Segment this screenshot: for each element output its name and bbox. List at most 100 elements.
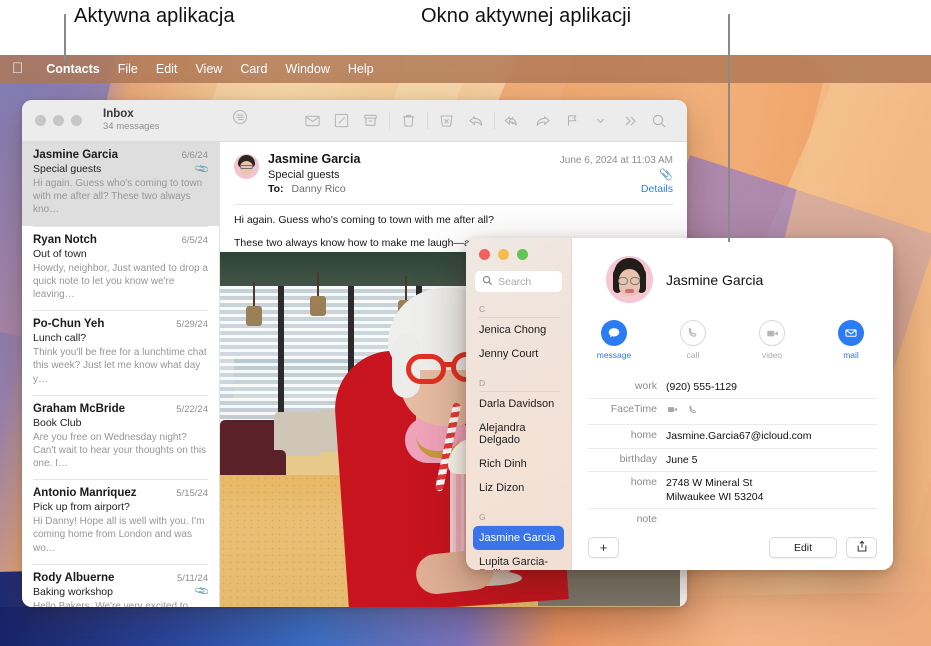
maximize-button[interactable] xyxy=(71,115,82,126)
table-row[interactable]: Graham McBride 5/22/24 Book Club Are you… xyxy=(22,396,219,480)
sidebar-filter-icon[interactable] xyxy=(232,109,248,130)
menu-item-view[interactable]: View xyxy=(186,55,231,83)
field-value[interactable]: Jasmine.Garcia67@icloud.com xyxy=(666,429,811,443)
details-link[interactable]: Details xyxy=(641,183,673,195)
recipient-name: Danny Rico xyxy=(291,183,345,195)
message-timestamp: June 6, 2024 at 11:03 AM xyxy=(560,155,673,166)
contact-detail-pane: Jasmine Garcia message call xyxy=(572,238,893,570)
message-preview: Howdy, neighbor, Just wanted to drop a q… xyxy=(33,262,208,302)
chevron-down-icon[interactable] xyxy=(586,108,615,134)
mail-message-list[interactable]: Jasmine Garcia 6/6/24 Special guests 📎 H… xyxy=(22,142,220,607)
compose-icon[interactable] xyxy=(327,108,356,134)
message-preview: Hi again. Guess who's coming to town wit… xyxy=(33,177,208,217)
message-date: 5/29/24 xyxy=(176,319,208,330)
reply-all-icon[interactable] xyxy=(499,108,528,134)
junk-icon[interactable] xyxy=(432,108,461,134)
more-icon[interactable] xyxy=(615,108,644,134)
flag-icon[interactable] xyxy=(557,108,586,134)
menu-item-contacts[interactable]: Contacts xyxy=(37,55,108,83)
action-label: call xyxy=(667,350,719,360)
delete-icon[interactable] xyxy=(394,108,423,134)
table-row[interactable]: Antonio Manriquez 5/15/24 Pick up from a… xyxy=(22,480,219,564)
list-item[interactable]: Lupita Garcia-Reilley xyxy=(473,550,564,570)
contacts-group-header: C xyxy=(479,304,560,318)
mark-unread-icon[interactable] xyxy=(298,108,327,134)
field-label: FaceTime xyxy=(588,403,666,420)
share-button[interactable] xyxy=(846,537,877,558)
contacts-group-header: G xyxy=(479,512,560,526)
callout-active-app-window-label: Okno aktywnej aplikacji xyxy=(421,5,631,28)
add-field-button[interactable]: + xyxy=(588,537,619,558)
list-item-selected[interactable]: Jasmine Garcia xyxy=(473,526,564,550)
avatar[interactable] xyxy=(606,256,653,303)
mailbox-title-block: Inbox 34 messages xyxy=(103,108,160,132)
menu-item-edit[interactable]: Edit xyxy=(147,55,187,83)
share-icon xyxy=(856,540,868,556)
search-icon[interactable] xyxy=(644,108,673,134)
phone-icon xyxy=(680,320,706,346)
table-row[interactable]: Rody Albuerne 5/11/24 Baking workshop 📎 … xyxy=(22,565,219,607)
contact-field-work-phone: work (920) 555-1129 xyxy=(588,376,877,399)
forward-icon[interactable] xyxy=(528,108,557,134)
contact-fields: work (920) 555-1129 FaceTime h xyxy=(588,376,877,529)
edit-button[interactable]: Edit xyxy=(769,537,837,558)
list-item[interactable]: Liz Dizon xyxy=(473,476,564,500)
message-preview: Hello Bakers, We're very excited to have… xyxy=(33,600,208,607)
window-traffic-lights[interactable] xyxy=(35,115,82,126)
list-item[interactable]: Jenny Court xyxy=(473,342,564,366)
message-date: 5/15/24 xyxy=(176,488,208,499)
maximize-button[interactable] xyxy=(517,249,528,260)
field-value[interactable]: June 5 xyxy=(666,453,698,467)
callout-active-app-label: Aktywna aplikacja xyxy=(74,5,235,28)
list-item[interactable]: Darla Davidson xyxy=(473,392,564,416)
avatar xyxy=(234,154,259,179)
message-subject: Baking workshop xyxy=(33,586,113,598)
message-preview: Are you free on Wednesday night? Can't w… xyxy=(33,431,208,471)
message-subject: Book Club xyxy=(33,417,81,429)
minimize-button[interactable] xyxy=(498,249,509,260)
archive-icon[interactable] xyxy=(356,108,385,134)
search-icon xyxy=(482,273,493,291)
minimize-button[interactable] xyxy=(53,115,64,126)
search-input[interactable]: Search xyxy=(475,271,562,292)
phone-icon[interactable] xyxy=(687,404,699,420)
message-subject: Special guests xyxy=(33,163,101,175)
call-action-button[interactable]: call xyxy=(667,320,719,360)
contact-identity: Jasmine Garcia xyxy=(588,256,877,303)
envelope-icon xyxy=(838,320,864,346)
window-traffic-lights[interactable] xyxy=(466,238,571,260)
mailbox-message-count: 34 messages xyxy=(103,122,160,133)
table-row[interactable]: Ryan Notch 6/5/24 Out of town Howdy, nei… xyxy=(22,227,219,311)
menu-item-window[interactable]: Window xyxy=(276,55,338,83)
message-paragraph: Hi again. Guess who's coming to town wit… xyxy=(220,205,687,228)
list-item[interactable]: Jenica Chong xyxy=(473,318,564,342)
menu-item-file[interactable]: File xyxy=(109,55,147,83)
apple-logo-icon[interactable]:  xyxy=(12,61,23,76)
field-value[interactable]: (920) 555-1129 xyxy=(666,380,737,394)
mail-action-button[interactable]: mail xyxy=(825,320,877,360)
message-action-button[interactable]: message xyxy=(588,320,640,360)
table-row[interactable]: Jasmine Garcia 6/6/24 Special guests 📎 H… xyxy=(22,142,219,226)
close-button[interactable] xyxy=(479,249,490,260)
recipient-label: To: xyxy=(268,183,284,195)
video-action-button[interactable]: video xyxy=(746,320,798,360)
message-preview: Hi Danny! Hope all is well with you. I'm… xyxy=(33,515,208,555)
menu-item-card[interactable]: Card xyxy=(231,55,276,83)
close-button[interactable] xyxy=(35,115,46,126)
field-label: note xyxy=(588,513,666,525)
mail-toolbar-actions xyxy=(298,108,673,134)
message-header: Jasmine Garcia June 6, 2024 at 11:03 AM … xyxy=(220,142,687,195)
reply-icon[interactable] xyxy=(461,108,490,134)
video-camera-icon[interactable] xyxy=(666,403,679,420)
table-row[interactable]: Po-Chun Yeh 5/29/24 Lunch call? Think yo… xyxy=(22,311,219,395)
contact-footer-toolbar: + Edit xyxy=(588,537,877,558)
field-label: home xyxy=(588,476,666,504)
list-item[interactable]: Alejandra Delgado xyxy=(473,416,564,452)
menu-item-help[interactable]: Help xyxy=(339,55,383,83)
contacts-window[interactable]: Search C Jenica Chong Jenny Court D Darl… xyxy=(466,238,893,570)
field-value[interactable]: 2748 W Mineral St Milwaukee WI 53204 xyxy=(666,476,763,504)
contacts-sidebar[interactable]: Search C Jenica Chong Jenny Court D Darl… xyxy=(466,238,572,570)
list-item[interactable]: Rich Dinh xyxy=(473,452,564,476)
action-label: mail xyxy=(825,350,877,360)
message-sender: Jasmine Garcia xyxy=(33,149,118,161)
